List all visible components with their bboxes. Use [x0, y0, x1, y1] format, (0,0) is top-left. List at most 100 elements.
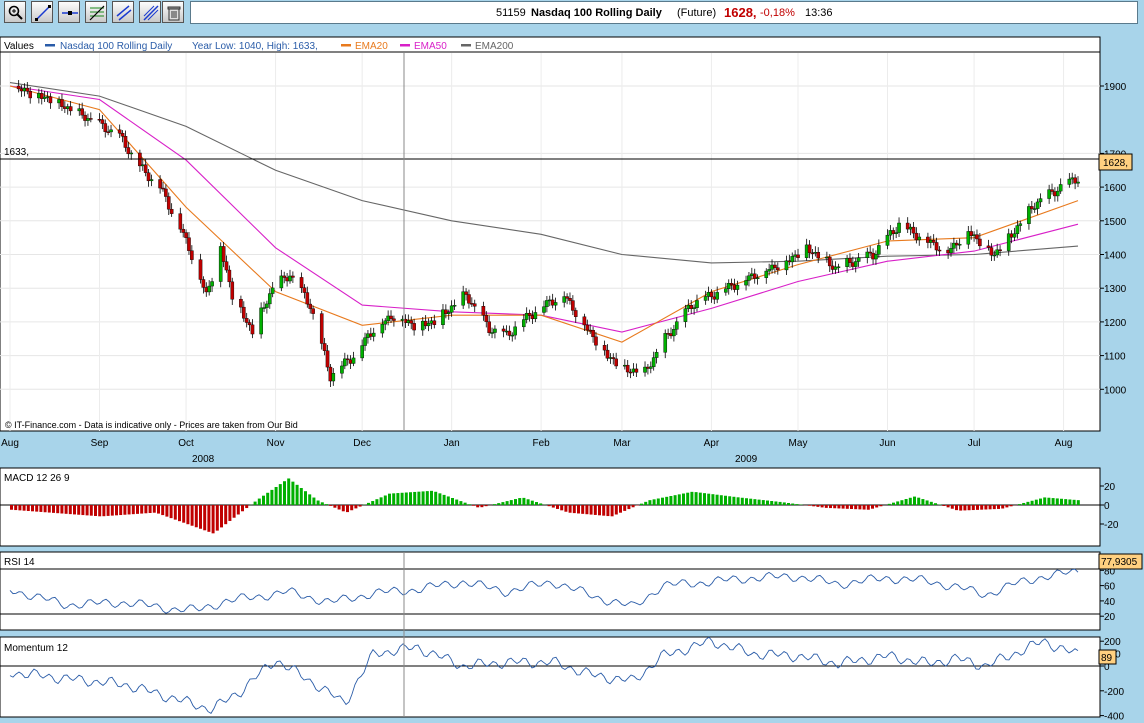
macd-bar: [31, 505, 34, 512]
macd-bar: [501, 502, 505, 505]
macd-bar: [224, 505, 228, 525]
macd-bar: [614, 505, 618, 515]
macd-bar: [56, 505, 60, 514]
macd-bar: [165, 505, 169, 517]
macd-bar: [274, 487, 278, 505]
candle-body: [308, 303, 312, 309]
candle-body: [117, 129, 122, 134]
macd-bar: [539, 503, 543, 505]
candle-body: [383, 320, 388, 325]
candle-body: [1012, 233, 1017, 238]
macd-bar: [320, 502, 324, 505]
candle-body: [16, 85, 21, 90]
macd-tick-label: -20: [1104, 520, 1119, 531]
ema50-swatch: [400, 44, 410, 47]
macd-bar: [640, 503, 643, 505]
macd-bar: [476, 505, 480, 508]
macd-bar: [509, 500, 513, 505]
candle-body: [221, 246, 226, 262]
candle-body: [207, 285, 211, 293]
macd-bar: [1068, 499, 1072, 505]
macd-bar: [152, 505, 156, 513]
price-tick-label: 1300: [1104, 284, 1127, 295]
rsi-tick-label: 20: [1104, 612, 1116, 623]
macd-bar: [841, 505, 845, 509]
candle-body: [340, 365, 344, 374]
macd-bar: [278, 484, 282, 505]
macd-bar: [430, 490, 433, 505]
candle-body: [60, 99, 64, 107]
macd-bar: [556, 505, 559, 509]
candle-body: [663, 333, 668, 353]
macd-bar: [115, 505, 118, 516]
macd-bar: [858, 505, 862, 510]
macd-bar: [480, 505, 484, 508]
macd-bar: [593, 505, 597, 515]
macd-bar: [35, 505, 39, 512]
rsi-tick-label: 40: [1104, 597, 1116, 608]
candle-body: [949, 248, 953, 254]
macd-bar: [971, 505, 975, 511]
candle-body: [409, 320, 414, 324]
candle-body: [709, 292, 714, 298]
macd-tick-label: 20: [1104, 482, 1116, 493]
macd-bar: [904, 499, 908, 505]
macd-bar: [757, 499, 761, 505]
series-swatch: [45, 44, 55, 47]
macd-bar: [766, 500, 769, 505]
macd-bar: [514, 499, 517, 505]
macd-bar: [711, 494, 715, 505]
data-credit: © IT-Finance.com - Data is indicative on…: [5, 420, 298, 430]
macd-bar: [220, 505, 223, 528]
price-tick-label: 1500: [1104, 217, 1127, 228]
candle-body: [957, 243, 962, 246]
macd-bar: [64, 505, 68, 514]
macd-bar: [299, 488, 303, 505]
candle-body: [1035, 201, 1040, 209]
macd-bar: [350, 505, 354, 511]
candle-body: [594, 336, 598, 346]
rsi-y-axis: 80604020: [1100, 566, 1116, 623]
macd-bar: [379, 497, 383, 505]
month-label: Dec: [353, 438, 371, 449]
rsi-panel: [0, 551, 1101, 631]
macd-bar: [535, 502, 538, 505]
macd-bar: [1001, 505, 1005, 509]
macd-bar: [85, 505, 89, 516]
macd-bar: [140, 505, 144, 514]
macd-bar: [346, 505, 349, 513]
macd-bar: [312, 497, 316, 505]
ema200-swatch: [461, 44, 471, 47]
candle-body: [773, 264, 777, 268]
candle-body: [672, 329, 676, 337]
macd-bar: [81, 505, 85, 516]
candle-body: [917, 236, 922, 241]
month-label: Nov: [267, 438, 285, 449]
macd-bar: [186, 505, 190, 525]
macd-bar: [148, 505, 152, 513]
candle-body: [573, 310, 578, 317]
candle-body: [178, 213, 183, 230]
candle-body: [319, 313, 324, 344]
macd-bar: [52, 505, 55, 513]
macd-bar: [182, 505, 186, 523]
macd-bar: [47, 505, 51, 513]
macd-bar: [484, 505, 488, 507]
macd-bar: [745, 498, 748, 505]
macd-bar: [929, 501, 933, 505]
macd-bar: [749, 498, 753, 505]
macd-bar: [455, 499, 459, 505]
candle-body: [242, 306, 246, 319]
macd-bar: [10, 505, 13, 510]
candle-body: [715, 292, 719, 300]
momentum-tick-label: 200: [1104, 637, 1121, 648]
macd-bar: [375, 499, 379, 505]
macd-bar: [707, 493, 711, 505]
candle-body: [120, 132, 125, 137]
macd-bar: [190, 505, 194, 526]
macd-bar: [367, 502, 370, 505]
price-tick-label: 1900: [1104, 82, 1127, 93]
last-price-marker-label: 1628,: [1103, 158, 1128, 169]
candle-body: [853, 261, 858, 267]
candle-body: [201, 279, 206, 288]
